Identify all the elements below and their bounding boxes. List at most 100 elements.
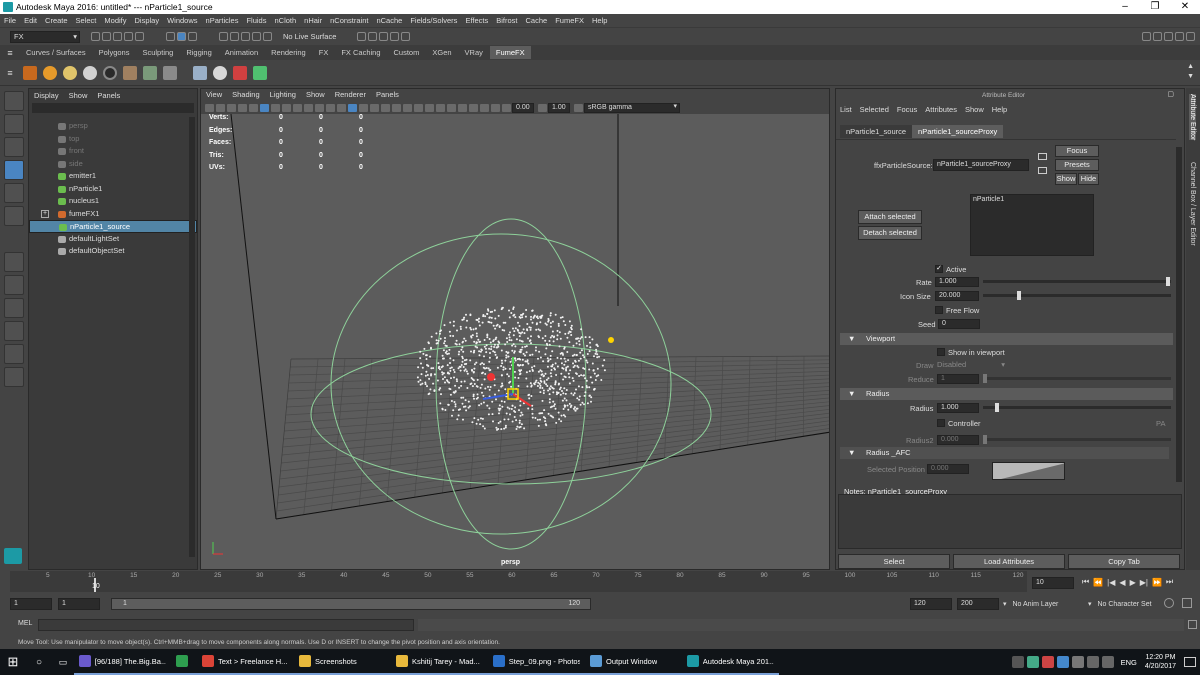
ae-menu-show[interactable]: Show	[961, 105, 988, 114]
render-settings-icon[interactable]	[390, 32, 400, 41]
xray-joints-icon[interactable]	[480, 103, 489, 112]
smooth-shade-icon[interactable]	[348, 103, 357, 112]
shelf-tab-vray[interactable]: VRay	[459, 46, 489, 59]
ae-menu-focus[interactable]: Focus	[893, 105, 921, 114]
select-object-icon[interactable]	[177, 32, 186, 41]
script-editor-icon[interactable]	[1188, 620, 1197, 629]
menu-fumefx[interactable]: FumeFX	[551, 14, 588, 27]
ramp-graph[interactable]	[992, 462, 1065, 480]
menu-nparticles[interactable]: nParticles	[202, 14, 243, 27]
default-material-icon[interactable]	[359, 103, 368, 112]
hypershade-icon[interactable]	[401, 32, 411, 41]
side-tab-channel-box[interactable]: Channel Box / Layer Editor	[1189, 162, 1196, 246]
menu-ncache[interactable]: nCache	[372, 14, 406, 27]
taskbar-app[interactable]: Output Window	[585, 649, 682, 675]
maya-home-icon[interactable]	[4, 548, 22, 564]
radius2-field[interactable]: 0.000	[937, 435, 979, 445]
snap-curve-icon[interactable]	[230, 32, 239, 41]
two-d-pan-icon[interactable]	[238, 103, 247, 112]
reduce-field[interactable]: 1	[937, 374, 979, 384]
taskbar-app[interactable]: Step_09.png - Photos	[488, 649, 585, 675]
command-input[interactable]	[38, 619, 414, 631]
ae-menu-list[interactable]: List	[836, 105, 856, 114]
isolate-select-icon[interactable]	[458, 103, 467, 112]
simple-source-icon[interactable]	[103, 65, 117, 80]
shelf-tab-animation[interactable]: Animation	[219, 46, 264, 59]
tray-app-icon[interactable]	[1011, 656, 1024, 668]
select-node-icon[interactable]	[1038, 153, 1047, 160]
scroll-up-icon[interactable]: ▲	[1187, 63, 1194, 70]
tray-app-icon[interactable]	[1041, 656, 1054, 668]
menu-nhair[interactable]: nHair	[300, 14, 326, 27]
tray-app-icon[interactable]	[1026, 656, 1039, 668]
graph-layout-icon[interactable]	[4, 344, 24, 364]
menu-effects[interactable]: Effects	[461, 14, 492, 27]
particle-list-item[interactable]: nParticle1	[973, 196, 1004, 203]
source-field[interactable]: nParticle1_sourceProxy	[933, 159, 1029, 171]
outliner-item[interactable]: top	[29, 133, 197, 146]
layout-icon[interactable]	[1153, 32, 1162, 41]
vp-menu-show[interactable]: Show	[301, 89, 330, 101]
bookmark-icon[interactable]	[216, 103, 225, 112]
tray-app-icon[interactable]	[1056, 656, 1069, 668]
time-slider[interactable]: 5 10 15 20 25 30 35 40 45 50 55 60 65 70 75 80 85 90 95 100…	[0, 570, 1200, 592]
ae-tab-source[interactable]: nParticle1_source	[840, 125, 913, 138]
menu-display[interactable]: Display	[131, 14, 164, 27]
icon-size-slider[interactable]	[983, 294, 1171, 297]
anim-layer-dropdown[interactable]: ▾ No Anim Layer	[1003, 600, 1058, 608]
language-indicator[interactable]: ENG	[1121, 658, 1137, 667]
step-forward-frame-icon[interactable]: ▶|	[1140, 578, 1148, 587]
ae-select-button[interactable]: Select	[838, 554, 950, 569]
scroll-down-icon[interactable]: ▼	[1187, 73, 1194, 80]
image-plane-icon[interactable]	[227, 103, 236, 112]
key-icon[interactable]	[1164, 598, 1174, 608]
outliner-item[interactable]: nParticle1_source	[29, 220, 197, 233]
step-forward-key-icon[interactable]: ⏩	[1152, 578, 1162, 587]
presets-button[interactable]: Presets	[1055, 159, 1099, 171]
vortex-icon[interactable]	[163, 65, 177, 80]
shelf-tab-xgen[interactable]: XGen	[426, 46, 457, 59]
antialias-icon[interactable]	[436, 103, 445, 112]
vp-menu-panels[interactable]: Panels	[371, 89, 404, 101]
menu-file[interactable]: File	[0, 14, 20, 27]
time-slider-track[interactable]	[10, 571, 1027, 592]
ipr-render-icon[interactable]	[379, 32, 389, 41]
color-space-dropdown[interactable]: sRGB gamma ▾	[584, 102, 680, 113]
shelf-tab-custom[interactable]: Custom	[388, 46, 426, 59]
selected-position-field[interactable]: 0.000	[927, 464, 969, 474]
motion-blur-icon[interactable]	[425, 103, 434, 112]
workspace-icon[interactable]	[1142, 32, 1151, 41]
character-set-dropdown[interactable]: ▾ No Character Set	[1088, 600, 1152, 608]
outliner-item[interactable]: defaultObjectSet	[29, 245, 197, 258]
shelf-tab-fx[interactable]: FX	[313, 46, 335, 59]
controller-checkbox[interactable]	[937, 419, 945, 427]
rotate-tool-icon[interactable]	[4, 183, 24, 203]
menu-create[interactable]: Create	[41, 14, 72, 27]
snap-grid-icon[interactable]	[219, 32, 228, 41]
move-tool-icon[interactable]	[4, 160, 24, 180]
icon-size-field[interactable]: 20.000	[935, 291, 979, 301]
preview-icon[interactable]	[193, 65, 207, 80]
redo-icon[interactable]	[135, 32, 144, 41]
outliner-menu-panels[interactable]: Panels	[92, 89, 125, 102]
taskbar-app[interactable]	[171, 649, 197, 675]
seed-field[interactable]: 0	[938, 319, 980, 329]
play-backward-icon[interactable]: ◀	[1119, 578, 1125, 587]
field-chart-icon[interactable]	[304, 103, 313, 112]
panels-icon[interactable]	[1164, 32, 1173, 41]
mel-label[interactable]: MEL	[18, 620, 32, 627]
outliner-item[interactable]: side	[29, 158, 197, 171]
undo-icon[interactable]	[124, 32, 133, 41]
shelf-tab-rendering[interactable]: Rendering	[265, 46, 312, 59]
effector-icon[interactable]	[233, 65, 247, 80]
vp-menu-shading[interactable]: Shading	[227, 89, 265, 101]
safe-action-icon[interactable]	[315, 103, 324, 112]
color-management-icon[interactable]	[574, 103, 583, 112]
live-surface-label[interactable]: No Live Surface	[283, 32, 336, 41]
reduce-slider[interactable]	[983, 377, 1171, 380]
range-bar[interactable]: 1 120	[111, 598, 591, 610]
menu-select[interactable]: Select	[72, 14, 101, 27]
rate-slider[interactable]	[983, 280, 1171, 283]
search-icon[interactable]: ○	[26, 657, 52, 668]
ae-scrollbar[interactable]	[1176, 147, 1182, 482]
